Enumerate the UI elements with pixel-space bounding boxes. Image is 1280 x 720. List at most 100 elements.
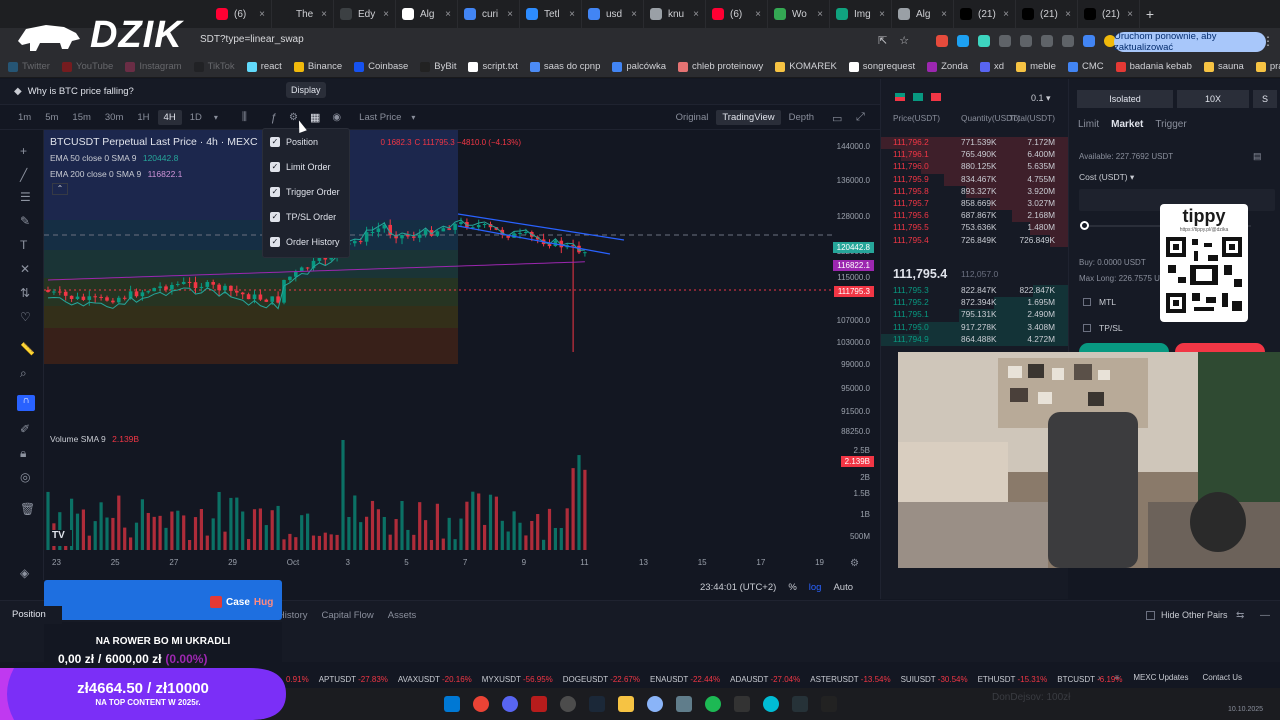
close-tab-icon[interactable]: × — [259, 9, 265, 20]
ticker-item[interactable]: 0.91% — [286, 675, 309, 684]
browser-tab[interactable]: (21) × — [1016, 0, 1078, 28]
positions-tab[interactable]: Capital Flow — [321, 610, 373, 621]
asks-only-icon[interactable] — [931, 93, 941, 101]
checkbox-checked-icon[interactable]: ✓ — [270, 211, 280, 222]
price-axis[interactable]: 144000.0136000.0128000.0122000.0115000.0… — [832, 130, 880, 560]
pattern-icon[interactable]: ✕ — [20, 262, 30, 276]
ruler-icon[interactable]: 📏 — [20, 342, 35, 356]
display-option[interactable]: ✓ TP/SL Order — [263, 204, 349, 229]
camera-icon[interactable]: ◉ — [332, 112, 341, 123]
bid-row[interactable]: 111,795.2 872.394K 1.695M — [881, 297, 1069, 310]
candle-type-icon[interactable]: ⫼ — [242, 111, 247, 124]
hide-other-checkbox[interactable] — [1146, 610, 1155, 620]
extension-icon[interactable] — [1083, 35, 1095, 47]
close-tab-icon[interactable]: × — [1003, 9, 1009, 20]
arrow-icon[interactable]: › — [1098, 673, 1101, 682]
extension-icon[interactable] — [978, 35, 990, 47]
close-tab-icon[interactable]: × — [1065, 9, 1071, 20]
download-icon[interactable] — [1041, 35, 1053, 47]
axis-settings-icon[interactable]: ⚙ — [850, 558, 859, 569]
close-tab-icon[interactable]: × — [817, 9, 823, 20]
display-option[interactable]: ✓ Trigger Order — [263, 179, 349, 204]
timeframe-15m[interactable]: 15m — [66, 110, 96, 125]
slider-handle[interactable] — [1080, 221, 1089, 230]
list-icon[interactable]: ≡ — [1115, 673, 1120, 682]
lock-icon[interactable]: 🔒︎ — [20, 446, 26, 461]
menu-icon[interactable]: ⋮ — [1262, 34, 1274, 48]
bookmark-item[interactable]: Coinbase — [354, 61, 408, 72]
discord-icon[interactable] — [501, 696, 518, 712]
ticker-item[interactable]: DOGEUSDT -22.67% — [563, 675, 640, 684]
tool-icon[interactable] — [675, 696, 692, 712]
timeframe-1m[interactable]: 1m — [12, 110, 37, 125]
close-tab-icon[interactable]: × — [321, 9, 327, 20]
browser-tab[interactable]: usd × — [582, 0, 644, 28]
bid-row[interactable]: 111,795.3 822.847K 822.847K — [881, 285, 1069, 298]
tab-trigger[interactable]: Trigger — [1155, 119, 1186, 130]
layers-icon[interactable]: ◈ — [20, 566, 29, 580]
auto-scale-toggle[interactable]: Auto — [833, 582, 853, 593]
browser-tab[interactable]: Wo × — [768, 0, 830, 28]
bookmark-item[interactable]: prawo jazdy — [1255, 61, 1280, 72]
browser-icon[interactable] — [646, 696, 663, 712]
bookmark-item[interactable]: ByBit — [420, 61, 456, 72]
browser-tab[interactable]: The × — [272, 0, 334, 28]
bookmark-item[interactable]: sauna — [1203, 61, 1244, 72]
margin-mode-button[interactable]: Isolated — [1077, 90, 1173, 108]
checkbox-checked-icon[interactable]: ✓ — [270, 161, 280, 172]
checkbox-checked-icon[interactable]: ✓ — [270, 186, 280, 197]
close-tab-icon[interactable]: × — [507, 9, 513, 20]
timeframe-4h[interactable]: 4H — [157, 110, 182, 125]
bookmark-item[interactable]: meble — [1016, 61, 1056, 72]
percent-scale-toggle[interactable]: % — [788, 582, 796, 593]
bid-row[interactable]: 111,795.1 795.131K 2.490M — [881, 309, 1069, 322]
bookmark-item[interactable]: CMC — [1067, 61, 1104, 72]
close-tab-icon[interactable]: × — [1127, 9, 1133, 20]
tpsl-checkbox[interactable] — [1083, 324, 1091, 332]
bookmark-item[interactable]: react — [246, 61, 282, 72]
browser-tab[interactable]: Tetl × — [520, 0, 582, 28]
cost-label[interactable]: Cost (USDT) ▾ — [1079, 172, 1134, 183]
browser-tab[interactable]: Img × — [830, 0, 892, 28]
tab-limit[interactable]: Limit — [1078, 119, 1099, 130]
collapse-legend-icon[interactable]: ⌃ — [52, 183, 68, 195]
browser-tab[interactable]: (6) × — [210, 0, 272, 28]
updates-link[interactable]: MEXC Updates — [1133, 673, 1188, 682]
close-tab-icon[interactable]: × — [631, 9, 637, 20]
update-button[interactable]: Uruchom ponownie, aby zaktualizować — [1114, 31, 1266, 53]
chevron-down-icon[interactable]: ▾ — [411, 113, 415, 122]
close-tab-icon[interactable]: × — [445, 9, 451, 20]
tpsl-option[interactable]: TP/SL — [1083, 323, 1123, 333]
filter-icon[interactable]: ⇆ — [1236, 610, 1244, 621]
magnet-icon[interactable]: ∩ — [17, 395, 35, 411]
layout-icon[interactable]: ▭ — [832, 112, 842, 125]
text-icon[interactable]: T — [20, 238, 27, 252]
pencil-lock-icon[interactable]: ✐ — [20, 422, 30, 436]
timeframe-5m[interactable]: 5m — [39, 110, 64, 125]
favorite-icon[interactable]: ♡ — [20, 310, 31, 324]
browser-tab[interactable]: Edy × — [334, 0, 396, 28]
ask-row[interactable]: 111,795.5 753.636K 1.480M — [881, 222, 1069, 235]
checkbox-checked-icon[interactable]: ✓ — [270, 236, 280, 247]
close-tab-icon[interactable]: × — [755, 9, 761, 20]
chevron-down-icon[interactable]: ▾ — [214, 113, 218, 122]
chrome-icon[interactable] — [472, 696, 489, 712]
close-tab-icon[interactable]: × — [569, 9, 575, 20]
bookmark-item[interactable]: script.txt — [468, 61, 518, 72]
bookmark-star-icon[interactable]: ☆ — [899, 34, 909, 47]
timeframe-1d[interactable]: 1D — [184, 110, 208, 125]
timeframe-30m[interactable]: 30m — [99, 110, 129, 125]
positions-tab[interactable]: Assets — [388, 610, 417, 621]
position-mode-button[interactable]: S — [1253, 90, 1277, 108]
extension-icon[interactable] — [936, 35, 948, 47]
bookmark-item[interactable]: chleb proteinowy — [677, 61, 763, 72]
steam-icon[interactable] — [588, 696, 605, 712]
zoom-icon[interactable]: ⌕ — [20, 366, 27, 381]
bid-row[interactable]: 111,795.0 917.278K 3.408M — [881, 321, 1069, 334]
ask-row[interactable]: 111,795.8 893.327K 3.920M — [881, 185, 1069, 198]
time-axis[interactable]: 23 25 27 29 Oct 3 5 7 9 11 13 15 17 19 — [44, 556, 834, 572]
indicators-icon[interactable]: ƒ — [271, 112, 277, 124]
bookmark-item[interactable]: TikTok — [193, 61, 235, 72]
view-original[interactable]: Original — [670, 110, 715, 125]
trash-icon[interactable]: 🗑︎ — [20, 502, 35, 516]
